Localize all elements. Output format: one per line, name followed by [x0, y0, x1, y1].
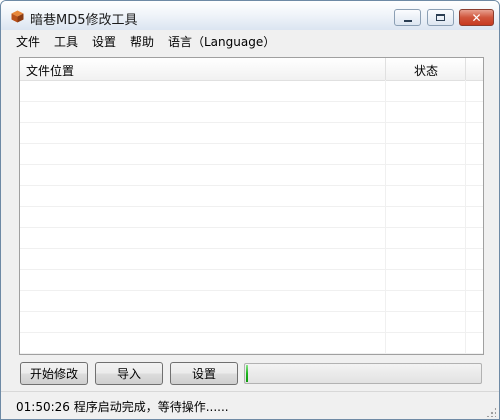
menu-language[interactable]: 语言（Language）	[168, 33, 275, 50]
grid-line	[20, 290, 483, 291]
column-separator[interactable]	[465, 58, 466, 80]
column-file-location[interactable]: 文件位置	[26, 62, 74, 79]
grid-line	[20, 101, 483, 102]
file-list[interactable]: 文件位置 状态	[19, 57, 484, 355]
title-bar[interactable]: 暗巷MD5修改工具 ✕	[1, 1, 499, 30]
minimize-icon	[403, 19, 412, 22]
import-button[interactable]: 导入	[95, 362, 163, 385]
close-button[interactable]: ✕	[459, 9, 494, 26]
start-modify-button[interactable]: 开始修改	[20, 362, 88, 385]
status-bar: 01:50:26 程序启动完成，等待操作......	[1, 391, 499, 419]
minimize-button[interactable]	[394, 9, 421, 26]
menu-settings[interactable]: 设置	[92, 33, 116, 50]
grid-line	[20, 332, 483, 333]
close-icon: ✕	[471, 10, 482, 25]
grid-line	[20, 269, 483, 270]
grid-line	[20, 227, 483, 228]
grid-line	[20, 206, 483, 207]
app-window: 暗巷MD5修改工具 ✕ 文件 工具 设置 帮助 语言（Language） 文件位…	[0, 0, 500, 420]
menu-help[interactable]: 帮助	[130, 33, 154, 50]
resize-grip[interactable]	[486, 407, 496, 417]
grid-line	[20, 353, 483, 354]
progress-bar	[244, 363, 482, 384]
column-separator[interactable]	[385, 58, 386, 80]
menu-bar: 文件 工具 设置 帮助 语言（Language）	[1, 30, 499, 51]
grid-line	[20, 164, 483, 165]
grid-line	[20, 122, 483, 123]
settings-button[interactable]: 设置	[170, 362, 238, 385]
grid-line	[20, 185, 483, 186]
grid-line	[20, 248, 483, 249]
cube-icon	[11, 10, 24, 23]
progress-fill	[246, 365, 248, 382]
window-title: 暗巷MD5修改工具	[30, 13, 138, 28]
grid-column-line	[465, 80, 466, 354]
menu-file[interactable]: 文件	[16, 33, 40, 50]
grid-column-line	[385, 80, 386, 354]
column-status[interactable]: 状态	[414, 62, 438, 79]
status-text: 01:50:26 程序启动完成，等待操作......	[16, 400, 229, 414]
menu-tools[interactable]: 工具	[54, 33, 78, 50]
maximize-icon	[436, 14, 445, 21]
list-header: 文件位置 状态	[20, 58, 483, 81]
maximize-button[interactable]	[427, 9, 454, 26]
grid-line	[20, 143, 483, 144]
grid-line	[20, 311, 483, 312]
